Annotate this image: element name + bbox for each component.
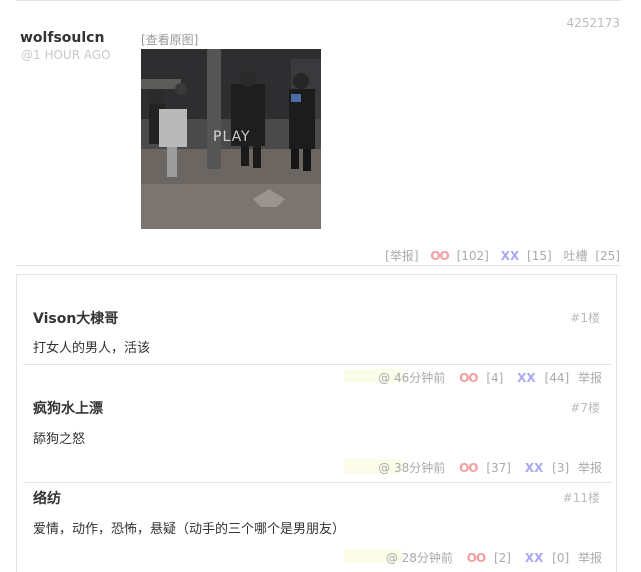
top-divider [16,0,621,1]
comment-footer: @ 38分钟前 OO [37] XX [3] 举报 [373,459,602,476]
comment-downvote[interactable]: XX [0] [520,551,569,565]
comment-text: 舔狗之怒 [33,432,86,447]
comment-report-link[interactable]: 举报 [578,461,602,475]
gif-thumbnail[interactable]: PLAY [141,49,321,229]
comment-floor-number[interactable]: #11楼 [563,489,600,506]
xx-icon: XX [517,371,536,385]
comment-report-link[interactable]: 举报 [578,371,602,385]
comment-upvote-count: [37] [486,461,511,475]
post-timestamp: @1 HOUR AGO [21,48,111,62]
post-author-name[interactable]: wolfsoulcn [20,30,104,46]
comment-downvote-count: [0] [552,551,570,565]
post-report-link[interactable]: [举报] [385,249,418,263]
comment-text: 打女人的男人，活该 [33,341,151,356]
oo-icon: OO [430,249,449,263]
comment-time: @ 46分钟前 [378,371,446,385]
comment-upvote-count: [4] [486,371,504,385]
tucao-count: [25] [595,249,620,263]
post-downvote[interactable]: XX [15] [497,249,552,263]
xx-icon: XX [524,551,544,565]
view-original-link[interactable]: [查看原图] [141,31,198,48]
comment-upvote[interactable]: OO [2] [462,551,511,565]
post-id: 4252173 [566,16,620,30]
comment-author[interactable]: 络纺 [33,488,61,508]
comment-floor-number[interactable]: #7楼 [570,399,600,416]
comment-item: 疯狗水上漂 #7楼 舔狗之怒 @ 38分钟前 OO [37] XX [3] 举报 [23,393,612,483]
comment-upvote[interactable]: OO [4] [454,371,503,385]
comment-floor-number[interactable]: #1楼 [570,309,600,326]
comment-report-link[interactable]: 举报 [578,551,602,565]
tucao-label: 吐槽 [563,249,588,263]
comment-upvote[interactable]: OO [37] [454,461,511,475]
comment-footer: @ 46分钟前 OO [4] XX [44] 举报 [373,369,602,386]
play-label: PLAY [213,129,251,145]
comment-item: 络纺 #11楼 爱情，动作，恐怖，悬疑（动手的三个哪个是男朋友） @ 28分钟前… [23,483,612,572]
oo-icon: OO [459,461,478,475]
post-actions: [举报] OO [102] XX [15] 吐槽 [25] [381,247,620,264]
comment-downvote[interactable]: XX [44] [512,371,569,385]
comment-time: @ 28分钟前 [385,551,453,565]
post-upvote-count: [102] [456,249,489,263]
comment-list: Vison大棣哥 #1楼 打女人的男人，活该 @ 46分钟前 OO [4] XX… [16,274,617,572]
xx-icon: XX [500,249,520,263]
post-tucao[interactable]: 吐槽 [25] [560,249,620,263]
post-upvote[interactable]: OO [102] [426,249,489,263]
comment-item: Vison大棣哥 #1楼 打女人的男人，活该 @ 46分钟前 OO [4] XX… [23,275,612,385]
xx-icon: XX [524,461,544,475]
comment-downvote-count: [3] [552,461,570,475]
comment-time: @ 38分钟前 [378,461,446,475]
post-downvote-count: [15] [527,249,552,263]
comment-downvote[interactable]: XX [3] [520,461,569,475]
comment-footer: @ 28分钟前 OO [2] XX [0] 举报 [381,549,602,566]
comment-downvote-count: [44] [544,371,570,385]
comment-upvote-count: [2] [493,551,511,565]
oo-icon: OO [459,371,478,385]
post-divider [16,265,621,266]
oo-icon: OO [466,551,486,565]
comment-author[interactable]: Vison大棣哥 [33,308,118,328]
comment-author[interactable]: 疯狗水上漂 [33,398,103,418]
comment-text: 爱情，动作，恐怖，悬疑（动手的三个哪个是男朋友） [33,522,346,537]
